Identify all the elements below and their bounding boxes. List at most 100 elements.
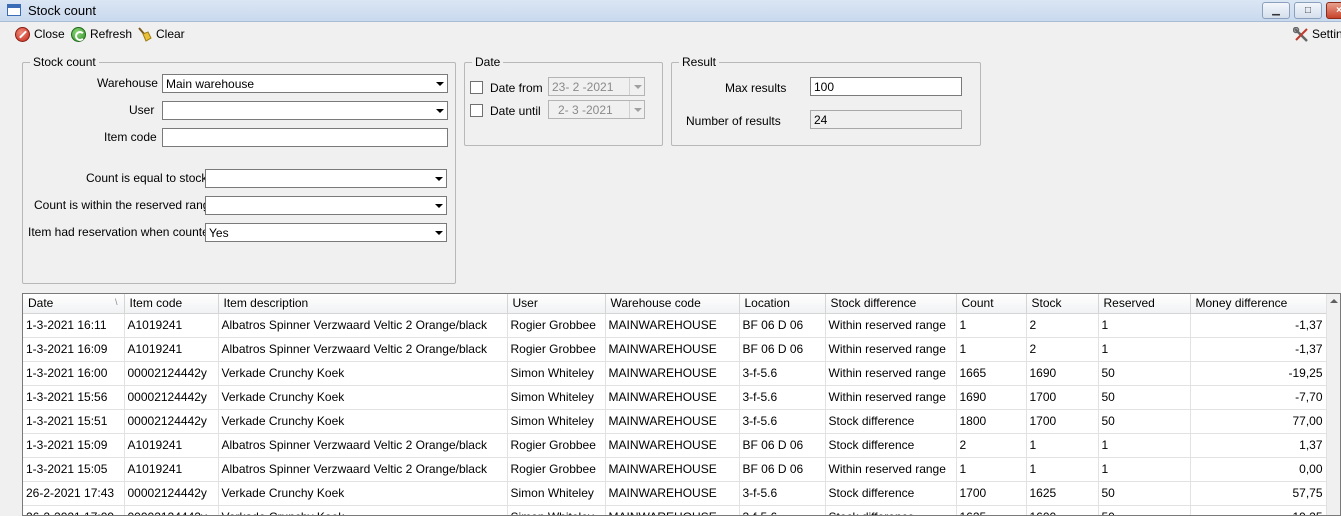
chevron-down-icon[interactable]: [432, 102, 447, 119]
column-header-label: Stock: [1031, 296, 1062, 311]
column-header-label: User: [512, 296, 538, 311]
table-cell: MAINWAREHOUSE: [605, 385, 740, 410]
scroll-up-icon[interactable]: [1327, 294, 1340, 310]
column-header-label: Money difference: [1195, 296, 1288, 311]
table-cell: 26-2-2021 17:09: [23, 505, 125, 515]
column-header-label: Date: [28, 296, 54, 311]
user-select[interactable]: [162, 101, 448, 120]
count-within-select[interactable]: [205, 196, 447, 215]
column-header-label: Count: [961, 296, 994, 311]
chevron-down-icon[interactable]: [629, 101, 644, 118]
stock-count-grid[interactable]: Date \ Item code Item description User Wareho…: [22, 293, 1341, 516]
date-from-value: 23- 2 -2021: [552, 80, 614, 94]
table-cell: Albatros Spinner Verzwaard Veltic 2 Oran…: [218, 337, 508, 362]
item-code-label: Item code: [104, 130, 157, 144]
table-row[interactable]: 1-3-2021 16:00 00002124442y Verkade Crunch…: [23, 361, 1329, 386]
column-header[interactable]: User: [507, 294, 606, 314]
warehouse-label: Warehouse: [97, 76, 158, 90]
clear-button[interactable]: Clear: [137, 25, 185, 43]
table-cell: 3-f-5.6: [739, 385, 826, 410]
user-label: User: [129, 103, 155, 117]
table-cell: Simon Whiteley: [507, 385, 606, 410]
vertical-scrollbar[interactable]: [1326, 294, 1340, 515]
table-cell: 3-f-5.6: [739, 409, 826, 434]
date-from-checkbox[interactable]: [470, 81, 483, 94]
refresh-button[interactable]: Refresh: [71, 25, 132, 43]
table-cell: Simon Whiteley: [507, 409, 606, 434]
table-cell: Verkade Crunchy Koek: [218, 409, 508, 434]
minimize-button[interactable]: ▁: [1262, 2, 1290, 19]
table-cell: Stock difference: [825, 433, 957, 458]
had-reservation-select[interactable]: Yes: [205, 223, 447, 242]
count-within-label: Count is within the reserved range: [34, 198, 217, 212]
table-row[interactable]: 1-3-2021 15:09 A1019241 Albatros Spinner V…: [23, 433, 1329, 458]
table-cell: 1665: [956, 361, 1027, 386]
table-row[interactable]: 1-3-2021 15:05 A1019241 Albatros Spinner V…: [23, 457, 1329, 482]
window-title: Stock count: [28, 3, 96, 18]
table-cell: 1625: [956, 505, 1027, 515]
table-row[interactable]: 26-2-2021 17:43 00002124442y Verkade Crunc…: [23, 481, 1329, 506]
max-results-label: Max results: [725, 81, 787, 95]
table-cell: 1: [956, 313, 1027, 338]
column-header-label: Location: [744, 296, 790, 311]
date-from-picker[interactable]: 23- 2 -2021: [548, 77, 645, 96]
count-equal-select[interactable]: [205, 169, 447, 188]
warehouse-select[interactable]: Main warehouse: [162, 74, 448, 93]
date-until-picker[interactable]: 2- 3 -2021: [548, 100, 645, 119]
item-code-input[interactable]: [162, 128, 448, 147]
date-until-checkbox[interactable]: [470, 104, 483, 117]
table-cell: 57,75: [1190, 481, 1329, 506]
table-cell: 1-3-2021 15:05: [23, 457, 125, 482]
maximize-button[interactable]: □: [1294, 2, 1322, 19]
column-header[interactable]: Item code: [124, 294, 219, 314]
table-cell: MAINWAREHOUSE: [605, 313, 740, 338]
chevron-down-icon[interactable]: [432, 75, 447, 92]
table-cell: 1800: [956, 409, 1027, 434]
chevron-down-icon[interactable]: [629, 78, 644, 95]
date-group-label: Date: [472, 55, 504, 69]
column-header[interactable]: Location: [739, 294, 826, 314]
column-header[interactable]: Stock difference: [825, 294, 957, 314]
table-cell: MAINWAREHOUSE: [605, 457, 740, 482]
table-cell: A1019241: [124, 313, 219, 338]
table-row[interactable]: 26-2-2021 17:0900002124442yVerkade Crunc…: [23, 505, 1329, 515]
column-header[interactable]: Money difference: [1190, 294, 1329, 314]
column-header[interactable]: Reserved: [1098, 294, 1191, 314]
table-cell: Stock difference: [825, 481, 957, 506]
table-row[interactable]: 1-3-2021 15:56 00002124442y Verkade Crunch…: [23, 385, 1329, 410]
table-cell: 1600: [1026, 505, 1099, 515]
column-header[interactable]: Warehouse code: [605, 294, 740, 314]
toolbar: Close Refresh Clear Settin: [0, 23, 1341, 45]
table-cell: Rogier Grobbee: [507, 313, 606, 338]
column-header[interactable]: Stock: [1026, 294, 1099, 314]
table-row[interactable]: 1-3-2021 16:09 A1019241 Albatros Spinner V…: [23, 337, 1329, 362]
column-header[interactable]: Item description: [218, 294, 508, 314]
table-cell: Stock difference: [825, 409, 957, 434]
chevron-down-icon[interactable]: [431, 197, 446, 214]
column-header[interactable]: Date \: [23, 294, 125, 314]
column-header[interactable]: Count: [956, 294, 1027, 314]
table-cell: 00002124442y: [124, 361, 219, 386]
window-close-button[interactable]: ×: [1326, 2, 1341, 19]
table-cell: 50: [1098, 505, 1191, 515]
close-button[interactable]: Close: [15, 25, 65, 43]
table-cell: Within reserved range: [825, 361, 957, 386]
table-row[interactable]: 1-3-2021 16:11 A1019241 Albatros Spinner V…: [23, 313, 1329, 338]
chevron-down-icon[interactable]: [431, 224, 446, 241]
chevron-down-icon[interactable]: [431, 170, 446, 187]
column-header-label: Stock difference: [830, 296, 917, 311]
table-cell: Within reserved range: [825, 337, 957, 362]
table-cell: 3-f-5.6: [739, 361, 826, 386]
table-cell: 1: [1098, 457, 1191, 482]
max-results-input[interactable]: 100: [810, 77, 962, 96]
table-cell: Rogier Grobbee: [507, 337, 606, 362]
column-header-label: Item code: [129, 296, 183, 311]
table-cell: BF 06 D 06: [739, 457, 826, 482]
date-until-label: Date until: [490, 104, 541, 118]
table-cell: MAINWAREHOUSE: [605, 409, 740, 434]
table-cell: 3-f-5.6: [739, 481, 826, 506]
table-cell: 1: [1026, 433, 1099, 458]
settings-button[interactable]: Settin: [1292, 25, 1341, 43]
table-cell: Within reserved range: [825, 385, 957, 410]
table-row[interactable]: 1-3-2021 15:51 00002124442y Verkade Crunch…: [23, 409, 1329, 434]
